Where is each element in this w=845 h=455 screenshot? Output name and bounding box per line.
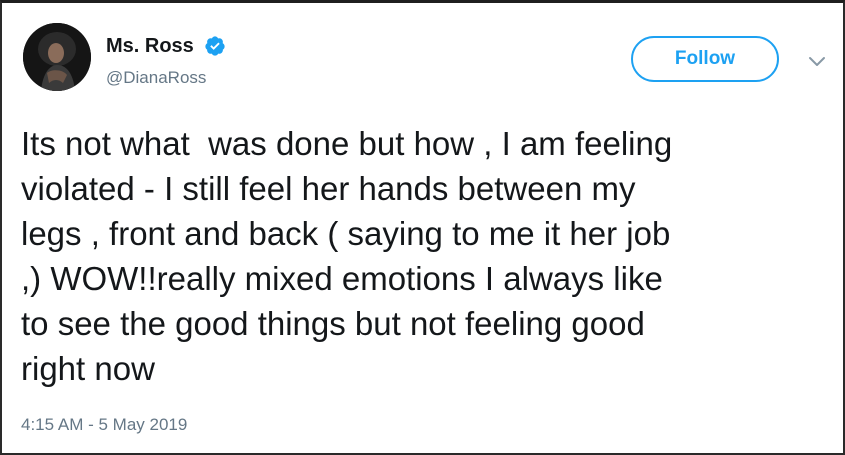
avatar-image bbox=[23, 23, 91, 91]
verified-badge-icon bbox=[205, 36, 225, 56]
tweet-timestamp[interactable]: 4:15 AM - 5 May 2019 bbox=[21, 415, 187, 435]
avatar[interactable] bbox=[23, 23, 91, 91]
tweet-card: Ms. Ross @DianaRoss Follow Its not what … bbox=[0, 0, 845, 455]
follow-button[interactable]: Follow bbox=[631, 36, 779, 82]
display-name[interactable]: Ms. Ross bbox=[106, 34, 226, 58]
chevron-down-icon[interactable] bbox=[807, 55, 827, 69]
user-handle[interactable]: @DianaRoss bbox=[106, 68, 206, 88]
display-name-text[interactable]: Ms. Ross bbox=[106, 34, 194, 58]
tweet-text: Its not what was done but how , I am fee… bbox=[21, 125, 673, 387]
